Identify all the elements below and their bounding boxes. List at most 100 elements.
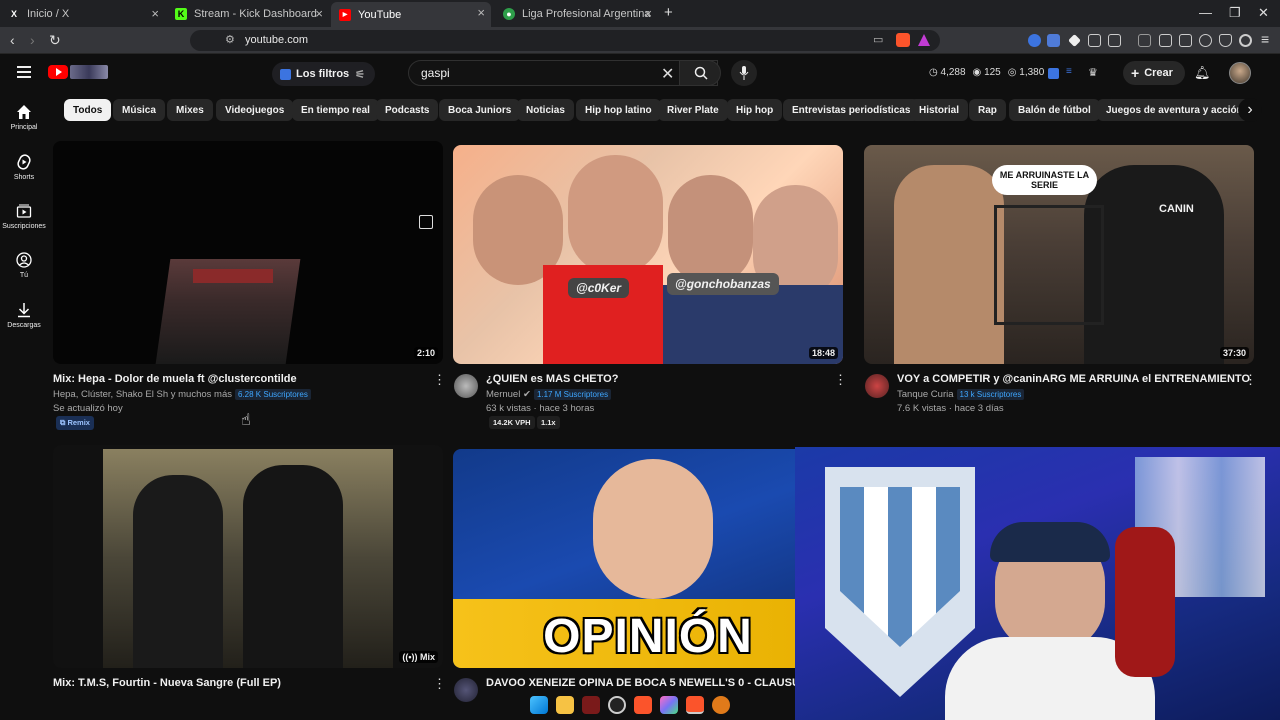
brave-shield-icon[interactable]: [896, 33, 910, 47]
chip-todos[interactable]: Todos: [64, 99, 112, 121]
chip-rap[interactable]: Rap: [969, 99, 1006, 121]
more-options-icon[interactable]: ⋮: [834, 372, 847, 388]
video-title[interactable]: DAVOO XENEIZE OPINA DE BOCA 5 NEWELL'S 0…: [486, 677, 837, 689]
chip-podcasts[interactable]: Podcasts: [376, 99, 439, 121]
chip-hip-hop[interactable]: Hip hop: [727, 99, 783, 121]
windows-start-icon[interactable]: [530, 696, 548, 714]
video-title[interactable]: VOY a COMPETIR y @caninARG ME ARRUINA el…: [897, 373, 1250, 385]
brave-rewards-icon[interactable]: [918, 34, 930, 46]
search-input[interactable]: [421, 66, 661, 80]
chip-videojuegos[interactable]: Videojuegos: [216, 99, 294, 121]
cast-icon[interactable]: ▭: [873, 33, 883, 46]
tab-youtube[interactable]: ▶ YouTube ×: [331, 2, 491, 27]
chip-entrevistas[interactable]: Entrevistas periodísticas: [783, 99, 920, 121]
voice-search-button[interactable]: [731, 60, 757, 86]
voicemeeter-icon[interactable]: [582, 696, 600, 714]
chip-en-tiempo-real[interactable]: En tiempo real: [292, 99, 379, 121]
sidebar-item-shorts[interactable]: Shorts: [0, 154, 48, 181]
new-tab-icon[interactable]: +: [664, 4, 673, 21]
video-title[interactable]: Mix: T.M.S, Fourtin - Nueva Sangre (Full…: [53, 677, 281, 689]
wallet-icon[interactable]: [1179, 34, 1192, 47]
channel-avatar[interactable]: [454, 678, 478, 702]
close-tab-icon[interactable]: ×: [644, 6, 652, 21]
chip-juegos-aventura[interactable]: Juegos de aventura y acción: [1097, 99, 1252, 121]
forward-icon[interactable]: ›: [30, 32, 35, 48]
reload-icon[interactable]: ↻: [49, 32, 61, 49]
tab-liga[interactable]: ● Liga Profesional Argentina - POSICIO ×: [495, 3, 658, 25]
menu-icon[interactable]: ≡: [1261, 31, 1269, 47]
video-title[interactable]: ¿QUIEN es MAS CHETO?: [486, 373, 618, 385]
extension-icon[interactable]: [1028, 34, 1041, 47]
tab-x[interactable]: X Inicio / X ×: [0, 3, 165, 25]
chip-noticias[interactable]: Noticias: [517, 99, 574, 121]
filters-button[interactable]: Los filtros ⚟: [272, 62, 376, 86]
notifications-bell-icon[interactable]: 🔔︎: [1194, 65, 1211, 81]
create-button[interactable]: + Crear: [1123, 61, 1185, 85]
sidebar-item-descargas[interactable]: Descargas: [0, 302, 48, 329]
restore-icon[interactable]: ❐: [1229, 5, 1241, 21]
more-options-icon[interactable]: ⋮: [433, 676, 446, 692]
copilot-icon[interactable]: [660, 696, 678, 714]
remix-badge[interactable]: ⧉ Remix: [56, 416, 94, 430]
obs-icon[interactable]: [608, 696, 626, 714]
chip-musica[interactable]: Música: [113, 99, 165, 121]
brave-icon[interactable]: [634, 696, 652, 714]
tab-kick[interactable]: K Stream - Kick Dashboard ×: [167, 3, 329, 25]
close-tab-icon[interactable]: ×: [315, 6, 323, 21]
channel-avatar[interactable]: [454, 374, 478, 398]
more-options-icon[interactable]: ⋮: [1244, 372, 1257, 388]
minimize-icon[interactable]: —: [1199, 5, 1212, 20]
leo-icon[interactable]: [1199, 34, 1212, 47]
chips-next-chevron-icon[interactable]: ›: [1238, 98, 1262, 122]
youtube-logo[interactable]: [48, 65, 68, 79]
chip-mixes[interactable]: Mixes: [167, 99, 213, 121]
video-thumbnail[interactable]: 2:10: [53, 141, 443, 364]
video-title[interactable]: Mix: Hepa - Dolor de muela ft @clusterco…: [53, 373, 297, 385]
hamburger-icon[interactable]: [17, 66, 31, 78]
avatar[interactable]: [1229, 62, 1251, 84]
extension-icon[interactable]: [1068, 34, 1081, 47]
sidebar-item-principal[interactable]: Principal: [0, 104, 48, 131]
ext-badge-icon[interactable]: [1048, 68, 1059, 79]
channel-names[interactable]: Hepa, Clúster, Shako El Sh y muchos más: [53, 389, 232, 400]
channel-name[interactable]: Tanque Curia: [897, 389, 954, 400]
video-thumbnail[interactable]: ME ARRUINASTE LA SERIE CANIN 37:30: [864, 145, 1254, 364]
collection-icon[interactable]: [419, 215, 433, 229]
site-info-icon[interactable]: ⚙: [225, 33, 235, 46]
chip-river-plate[interactable]: River Plate: [658, 99, 728, 121]
back-icon[interactable]: ‹: [10, 32, 15, 48]
channel-name[interactable]: Mernuel: [486, 389, 520, 400]
app-icon[interactable]: [712, 696, 730, 714]
video-thumbnail[interactable]: @c0Ker @gonchobanzas 18:48: [453, 145, 843, 364]
sidebar-item-tu[interactable]: Tú: [0, 252, 48, 279]
media-icon[interactable]: [1138, 34, 1151, 47]
close-window-icon[interactable]: ✕: [1258, 5, 1269, 21]
url-text[interactable]: youtube.com: [245, 34, 308, 46]
more-options-icon[interactable]: ⋮: [433, 372, 446, 388]
brave-active-icon[interactable]: [686, 696, 704, 714]
video-thumbnail[interactable]: ((•)) Mix: [53, 445, 443, 668]
account-icon[interactable]: [1239, 34, 1252, 47]
puzzle-icon[interactable]: [1088, 34, 1101, 47]
chip-hip-hop-latino[interactable]: Hip hop latino: [576, 99, 661, 121]
sidebar-icon[interactable]: [1159, 34, 1172, 47]
search-box[interactable]: ✕: [408, 60, 718, 86]
chip-historial[interactable]: Historial: [910, 99, 969, 121]
channel-avatar[interactable]: [865, 374, 889, 398]
video-thumbnail[interactable]: OPINIÓN: [453, 449, 843, 668]
file-explorer-icon[interactable]: [556, 696, 574, 714]
chip-balon-de-futbol[interactable]: Balón de fútbol: [1009, 99, 1100, 121]
close-tab-icon[interactable]: ×: [151, 6, 159, 21]
search-button[interactable]: [679, 60, 721, 86]
screenshot-icon[interactable]: [1108, 34, 1121, 47]
close-tab-icon[interactable]: ×: [477, 5, 485, 20]
clear-search-icon[interactable]: ✕: [661, 64, 674, 84]
vpn-icon[interactable]: [1219, 34, 1232, 47]
channel-banner-logo[interactable]: [70, 65, 108, 79]
chip-boca-juniors[interactable]: Boca Juniors: [439, 99, 521, 121]
address-bar[interactable]: ⚙ youtube.com ▭: [190, 30, 940, 51]
award-icon[interactable]: ♛: [1088, 66, 1098, 79]
translate-icon[interactable]: [1047, 34, 1060, 47]
sidebar-item-suscripciones[interactable]: Suscripciones: [0, 203, 48, 230]
list-icon[interactable]: ≡: [1066, 66, 1072, 77]
